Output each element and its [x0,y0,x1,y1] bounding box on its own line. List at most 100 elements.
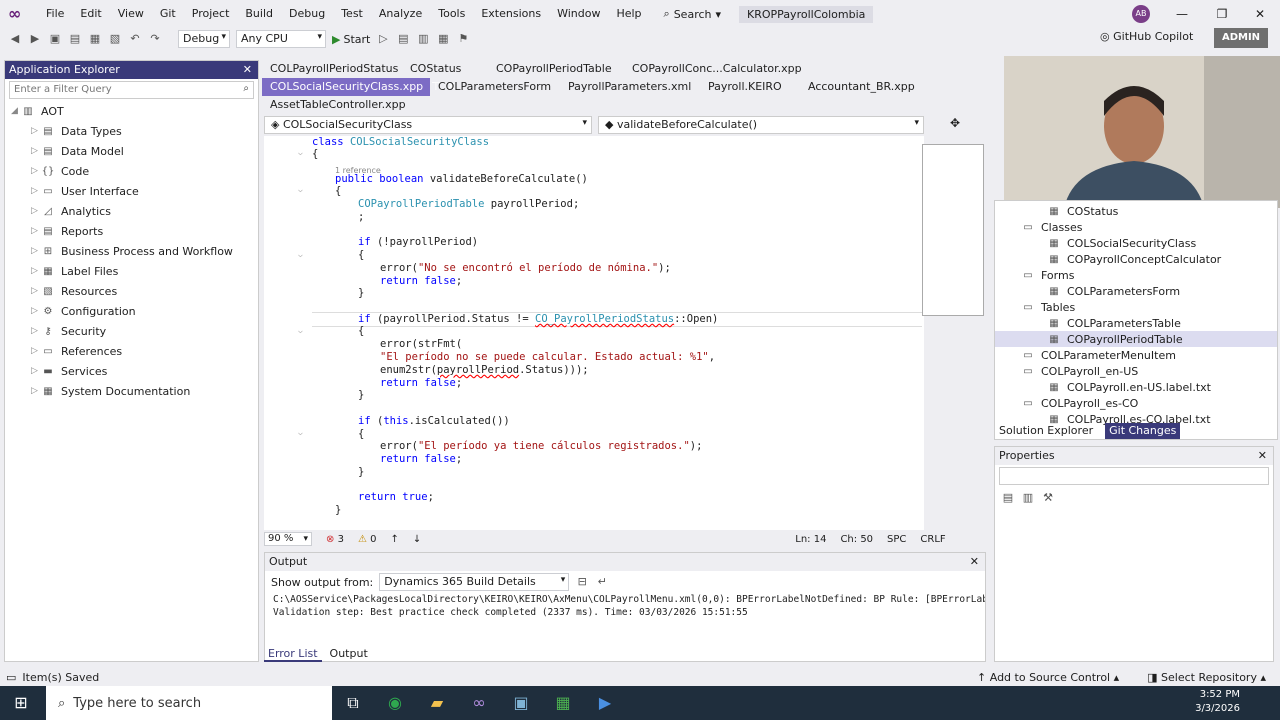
github-copilot-button[interactable]: ◎ GitHub Copilot [1100,30,1193,43]
tab-copayrollconcept[interactable]: COPayrollConc...Calculator.xpp [624,60,802,78]
tab-output[interactable]: Output [326,646,372,662]
configuration-select[interactable]: Debug [178,30,230,48]
fold-icon[interactable]: ⌵ [298,148,303,157]
task-view-icon[interactable]: ⧉ [332,686,374,720]
edge-icon[interactable]: ◉ [374,686,416,720]
solution-tree-item[interactable]: ▦ COLParametersTable [995,315,1277,331]
tool-icon[interactable]: ▦ [436,32,450,46]
menu-window[interactable]: Window [549,0,608,28]
tree-item[interactable]: ▷{} Code [5,161,258,181]
solution-tree-item[interactable]: ▦ COPayrollPeriodTable [995,331,1277,347]
tool-icon[interactable]: ▥ [416,32,430,46]
solution-tree-item[interactable]: ▭ COLPayroll_es-CO [995,395,1277,411]
menu-extensions[interactable]: Extensions [473,0,549,28]
clear-icon[interactable]: ⊟ [575,575,589,589]
zoom-select[interactable]: 90 % [264,532,312,546]
line-ending[interactable]: CRLF [920,534,945,545]
tree-item[interactable]: ▷ ▤ Data Types [5,121,258,141]
tree-item[interactable]: ▷ ⚙ Configuration [5,301,258,321]
wrap-icon[interactable]: ↵ [595,575,609,589]
powershell-icon[interactable]: ▶ [584,686,626,720]
solution-tree-item[interactable]: ▦ COPayrollConceptCalculator [995,251,1277,267]
error-count[interactable]: ⊗ 3 [326,534,344,545]
close-icon[interactable]: ✕ [970,553,979,571]
tab-payrollparameters[interactable]: PayrollParameters.xml [560,78,700,96]
tree-item[interactable]: ▷ ▭ User Interface [5,181,258,201]
maximize-button[interactable]: ❐ [1202,0,1242,28]
tree-item[interactable]: ▷ ▧ Resources [5,281,258,301]
save-all-icon[interactable]: ▧ [108,32,122,46]
tab-solution-explorer[interactable]: Solution Explorer [995,423,1097,439]
platform-select[interactable]: Any CPU [236,30,326,48]
clock[interactable]: 3:52 PM 3/3/2026 [1195,688,1240,716]
select-repository-button[interactable]: ◨ Select Repository ▴ [1147,671,1266,684]
tree-item[interactable]: ▷ ⚷ Security [5,321,258,341]
solution-tree-item[interactable]: ▭ Forms [995,267,1277,283]
split-icon[interactable]: ✥ [950,116,960,134]
app-icon[interactable]: ▣ [500,686,542,720]
menu-debug[interactable]: Debug [281,0,333,28]
search-button[interactable]: ⌕ Search ▾ [656,7,730,21]
menu-edit[interactable]: Edit [72,0,109,28]
back-icon[interactable]: ◀ [8,32,22,46]
tab-colpayrollperiodstatus[interactable]: COLPayrollPeriodStatus [262,60,402,78]
tab-git-changes[interactable]: Git Changes [1105,423,1181,439]
excel-icon[interactable]: ▦ [542,686,584,720]
warning-count[interactable]: ⚠ 0 [358,534,377,545]
close-button[interactable]: ✕ [1240,0,1280,28]
close-icon[interactable]: ✕ [243,61,252,79]
start-without-debug-icon[interactable]: ▷ [376,32,390,46]
tree-item[interactable]: ▷ ▦ Label Files [5,261,258,281]
add-source-control-button[interactable]: ↑ Add to Source Control ▴ [977,671,1119,684]
tab-copayrollperiodtable[interactable]: COPayrollPeriodTable [488,60,624,78]
open-icon[interactable]: ▤ [68,32,82,46]
tree-item[interactable]: ▷ ▭ References [5,341,258,361]
solution-tree-item[interactable]: ▭ Tables [995,299,1277,315]
whitespace-mode[interactable]: SPC [887,534,906,545]
method-dropdown[interactable]: ◆ validateBeforeCalculate() [598,116,924,134]
tab-error-list[interactable]: Error List [264,646,322,662]
tab-colsocialsecurityclass[interactable]: COLSocialSecurityClass.xpp ⊤ ✕ [262,78,456,96]
tree-root[interactable]: ◢ ▥ AOT [5,101,258,121]
solution-tree-item[interactable]: ▦ COLSocialSecurityClass [995,235,1277,251]
menu-tools[interactable]: Tools [430,0,473,28]
tab-costatus[interactable]: COStatus [402,60,488,78]
tree-item[interactable]: ▷ ⊞ Business Process and Workflow [5,241,258,261]
menu-help[interactable]: Help [608,0,649,28]
tree-item[interactable]: ▷ ▤ Data Model [5,141,258,161]
close-icon[interactable]: ✕ [1258,447,1267,465]
wrench-icon[interactable]: ⚒ [1041,491,1055,505]
alphabetical-icon[interactable]: ▥ [1021,491,1035,505]
code-editor[interactable]: ⌵ ⌵ ⌵ ⌵ ⌵ class COLSocialSecurityClass {… [264,136,924,530]
solution-tree-item[interactable]: ▦ COLPayroll.en-US.label.txt [995,379,1277,395]
fold-icon[interactable]: ⌵ [298,428,303,437]
start-button[interactable]: ▶ Start [332,33,370,46]
output-source-select[interactable]: Dynamics 365 Build Details [379,573,570,591]
taskbar-search-input[interactable]: ⌕ Type here to search [46,686,332,720]
fold-icon[interactable]: ⌵ [298,185,303,194]
tab-colparametersform[interactable]: COLParametersForm [430,78,560,96]
windows-start-icon[interactable]: ⊞ [0,686,42,720]
fold-icon[interactable]: ⌵ [298,326,303,335]
new-item-icon[interactable]: ▣ [48,32,62,46]
solution-tree-item[interactable]: ▦ COLParametersForm [995,283,1277,299]
categorized-icon[interactable]: ▤ [1001,491,1015,505]
undo-icon[interactable]: ↶ [128,32,142,46]
properties-object-select[interactable] [999,467,1269,485]
menu-build[interactable]: Build [237,0,281,28]
tree-item[interactable]: ▷ ▬ Services [5,361,258,381]
minimize-button[interactable]: — [1162,0,1202,28]
tab-assettablecontroller[interactable]: AssetTableController.xpp [262,96,406,114]
solution-tree-item[interactable]: ▦ COStatus [995,203,1277,219]
solution-tree-item[interactable]: ▭ COLParameterMenuItem [995,347,1277,363]
redo-icon[interactable]: ↷ [148,32,162,46]
menu-project[interactable]: Project [184,0,238,28]
bookmark-icon[interactable]: ⚑ [456,32,470,46]
solution-tree-item[interactable]: ▭ Classes [995,219,1277,235]
filter-input[interactable]: Enter a Filter Query ⌕ [9,81,254,99]
tab-accountant-br[interactable]: Accountant_BR.xpp [800,78,920,96]
solution-tree-item[interactable]: ▭ COLPayroll_en-US [995,363,1277,379]
class-dropdown[interactable]: ◈ COLSocialSecurityClass [264,116,592,134]
tree-item[interactable]: ▷ ▤ Reports [5,221,258,241]
code-minimap[interactable] [922,144,984,316]
